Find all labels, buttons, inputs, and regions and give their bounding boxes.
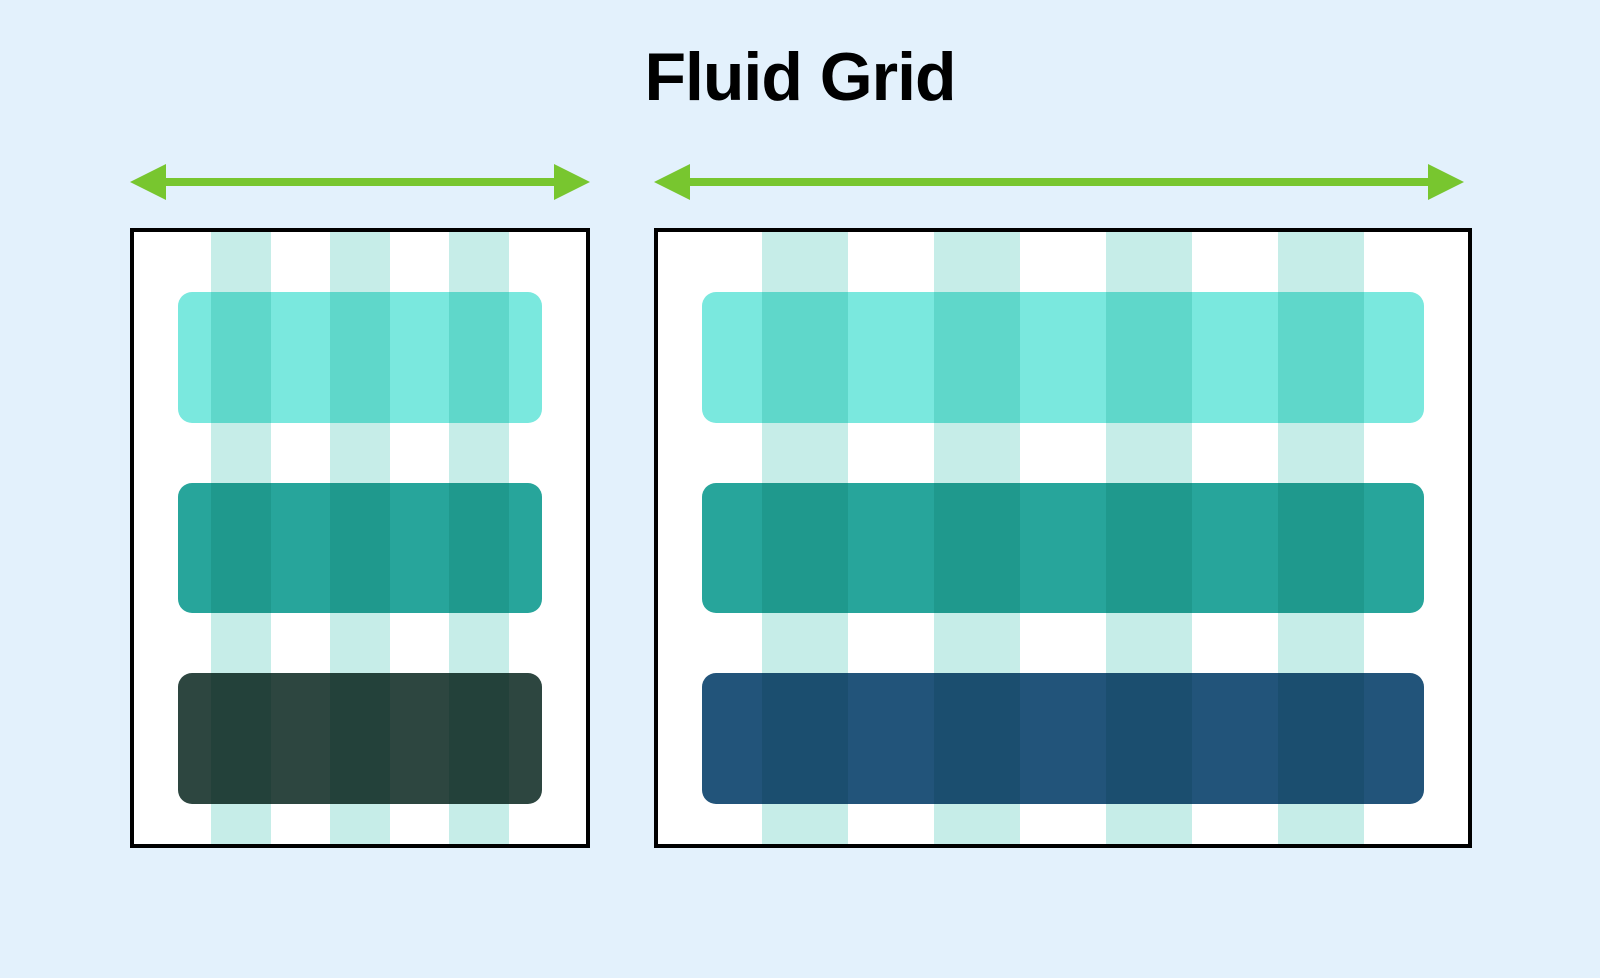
viewport-panel-wide — [654, 228, 1472, 848]
viewport-panel-narrow — [130, 228, 590, 848]
resize-arrow-right — [654, 155, 1464, 209]
content-block-dark — [178, 673, 542, 804]
content-block-teal — [702, 483, 1424, 614]
content-block-dark — [702, 673, 1424, 804]
content-block-light — [178, 292, 542, 423]
content-blocks — [134, 232, 586, 844]
content-blocks — [658, 232, 1468, 844]
diagram-title: Fluid Grid — [0, 38, 1600, 116]
resize-arrow-left — [130, 155, 590, 209]
content-block-teal — [178, 483, 542, 614]
content-block-light — [702, 292, 1424, 423]
